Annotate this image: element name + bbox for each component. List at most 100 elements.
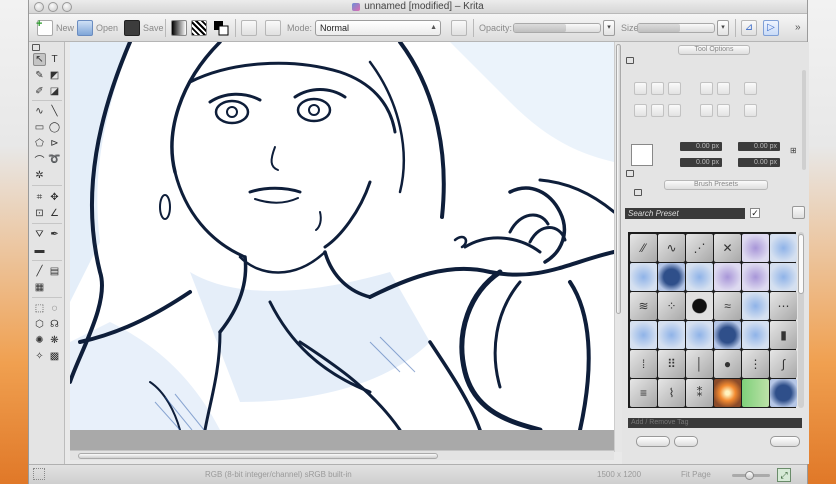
rectangle-tool[interactable]: ▭: [33, 121, 46, 134]
preset-tile[interactable]: [742, 263, 769, 291]
contiguous-select-tool[interactable]: ✺: [33, 334, 46, 347]
presets-scroll-thumb[interactable]: [798, 234, 804, 294]
polygon-tool[interactable]: ⬠: [33, 137, 46, 150]
preset-tile[interactable]: [714, 321, 741, 349]
distribute-center-button[interactable]: [651, 104, 664, 117]
presets-scrollbar[interactable]: [798, 232, 804, 408]
crop-tool[interactable]: ⌗: [33, 191, 46, 204]
preset-tile[interactable]: ⁑: [686, 379, 713, 407]
align-left-button[interactable]: [634, 82, 647, 95]
position-y-field[interactable]: 0.00 px: [738, 142, 780, 151]
size-spin-button[interactable]: ▾: [717, 20, 729, 36]
fill-tool[interactable]: ⛛: [33, 228, 46, 241]
group-button[interactable]: [744, 82, 757, 95]
eraser-icon[interactable]: [451, 20, 467, 36]
line-tool[interactable]: ╲: [48, 105, 61, 118]
width-field[interactable]: 0.00 px: [680, 158, 722, 167]
drawing-canvas[interactable]: [70, 42, 614, 430]
move-tool[interactable]: ✥: [48, 191, 61, 204]
preset-tile[interactable]: ≈: [714, 292, 741, 320]
brush-panel-dock-icon[interactable]: [634, 189, 642, 196]
polygon-select-tool[interactable]: ⬡: [33, 318, 46, 331]
preset-tile[interactable]: [770, 263, 797, 291]
align-bottom-button[interactable]: [700, 104, 713, 117]
preset-tile[interactable]: ⁄⁄: [630, 234, 657, 262]
tool-options-scrollbar[interactable]: [802, 70, 806, 170]
grid-tool[interactable]: ▦: [33, 281, 46, 294]
preset-tile[interactable]: [686, 263, 713, 291]
brush-tool[interactable]: ✐: [33, 85, 46, 98]
rect-select-tool[interactable]: ⬚: [33, 302, 46, 315]
preset-tile[interactable]: [714, 379, 741, 407]
search-preset-input[interactable]: Search Preset: [625, 208, 745, 219]
preset-tile[interactable]: [630, 321, 657, 349]
preset-history-icon[interactable]: [265, 20, 281, 36]
measure-tool[interactable]: ∠: [48, 207, 61, 220]
opacity-spin-button[interactable]: ▾: [603, 20, 615, 36]
ellipse-tool[interactable]: ◯: [48, 121, 61, 134]
text-tool[interactable]: T: [48, 53, 61, 66]
preset-tile[interactable]: [742, 292, 769, 320]
search-filter-checkbox[interactable]: ✓: [750, 208, 760, 218]
distribute-right-button[interactable]: [668, 104, 681, 117]
assistant-tool[interactable]: ✲: [33, 169, 46, 182]
preset-tile[interactable]: [630, 263, 657, 291]
mirror-horizontal-icon[interactable]: ⊿: [741, 20, 757, 36]
preset-tile[interactable]: [658, 321, 685, 349]
outline-select-tool[interactable]: ☊: [48, 318, 61, 331]
align-top-button[interactable]: [700, 82, 713, 95]
preset-tile[interactable]: [742, 321, 769, 349]
magnetic-select-tool[interactable]: ▩: [48, 350, 61, 363]
ruler-tool[interactable]: ╱: [33, 265, 46, 278]
size-slider[interactable]: [637, 23, 715, 33]
float-dock-icon[interactable]: [32, 44, 40, 51]
bezier-tool[interactable]: ⌒: [33, 153, 46, 167]
preset-tile[interactable]: [658, 263, 685, 291]
lock-ratio-icon[interactable]: ⊞: [790, 146, 797, 155]
preset-tile[interactable]: ⌇: [658, 379, 685, 407]
vertical-scroll-thumb[interactable]: [616, 44, 621, 314]
zoom-slider[interactable]: [732, 471, 770, 480]
preset-tile[interactable]: [686, 292, 713, 320]
transform-anchor-icon[interactable]: [631, 144, 653, 166]
horizontal-scroll-thumb[interactable]: [78, 453, 438, 459]
tool-options-tab[interactable]: Tool Options: [678, 45, 750, 55]
save-button[interactable]: Save: [124, 18, 164, 38]
preset-tile[interactable]: ⋮: [742, 350, 769, 378]
new-button[interactable]: + New: [36, 18, 74, 38]
tag-input[interactable]: Add / Remove Tag: [628, 418, 802, 428]
selection-mode-icon[interactable]: [33, 468, 45, 480]
distribute-left-button[interactable]: [634, 104, 647, 117]
open-button[interactable]: Open: [77, 18, 118, 38]
zoom-window-button[interactable]: [62, 2, 72, 12]
preset-tile[interactable]: [714, 263, 741, 291]
gradient-icon[interactable]: [171, 20, 187, 36]
opacity-slider[interactable]: [513, 23, 601, 33]
blend-mode-select[interactable]: Normal ▲: [315, 20, 441, 36]
calligraphy-tool[interactable]: ◩: [48, 69, 61, 82]
import-preset-button[interactable]: [636, 436, 670, 447]
align-middle-button[interactable]: [717, 82, 730, 95]
preset-tile[interactable]: ✕: [714, 234, 741, 262]
horizontal-scrollbar[interactable]: [70, 450, 614, 460]
float-panel-icon[interactable]: [626, 57, 634, 64]
preset-tile[interactable]: ●: [714, 350, 741, 378]
dynamic-brush-tool[interactable]: ➰: [48, 153, 61, 166]
select-shapes-tool[interactable]: ↖: [33, 53, 46, 66]
preset-tile[interactable]: ▮: [770, 321, 797, 349]
preset-tile[interactable]: [770, 234, 797, 262]
minimize-window-button[interactable]: [48, 2, 58, 12]
gradient-tool[interactable]: ▬: [33, 244, 46, 257]
color-swap-icon[interactable]: [213, 20, 229, 36]
fit-to-page-button[interactable]: ⤢: [777, 468, 791, 482]
vertical-scrollbar[interactable]: [614, 42, 622, 452]
preset-view-options-button[interactable]: [792, 206, 805, 219]
distribute-vertical-button[interactable]: [717, 104, 730, 117]
preset-tile[interactable]: ⠿: [658, 350, 685, 378]
close-window-button[interactable]: [34, 2, 44, 12]
preset-tile[interactable]: ⋯: [770, 292, 797, 320]
preset-tile[interactable]: ∫: [770, 350, 797, 378]
align-right-button[interactable]: [668, 82, 681, 95]
color-picker-tool[interactable]: ✒: [48, 228, 61, 241]
preset-tile[interactable]: │: [686, 350, 713, 378]
